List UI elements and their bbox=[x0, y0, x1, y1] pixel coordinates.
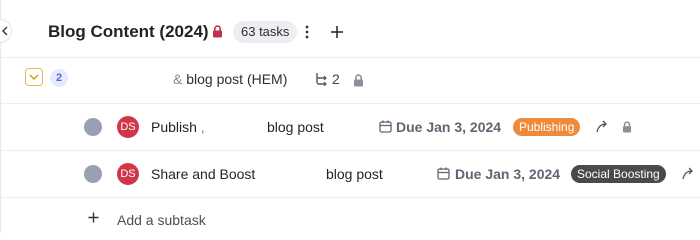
more-vertical-icon[interactable] bbox=[304, 24, 310, 40]
task-name-start[interactable]: Publish , bbox=[151, 119, 205, 135]
task-name-end[interactable]: blog post bbox=[267, 119, 324, 135]
chevron-left-icon bbox=[2, 26, 8, 36]
title-prefix: & bbox=[173, 71, 183, 87]
page-title: Blog Content (2024) bbox=[48, 22, 209, 41]
task-row[interactable]: DS Share and Boost blog post Due Jan 3, … bbox=[0, 151, 700, 198]
due-date[interactable]: Due Jan 3, 2024 bbox=[455, 166, 560, 182]
calendar-icon bbox=[437, 167, 450, 180]
task-name-end[interactable]: blog post bbox=[326, 166, 383, 182]
list-header: Blog Content (2024) 63 tasks bbox=[0, 0, 700, 58]
task-count-badge[interactable]: 63 tasks bbox=[233, 21, 298, 43]
task-name-separator: , bbox=[196, 119, 205, 135]
add-subtask-button[interactable]: Add a subtask bbox=[117, 212, 206, 228]
lock-icon bbox=[213, 25, 222, 38]
title-text: blog post (HEM) bbox=[182, 71, 288, 87]
parent-task-row[interactable]: 2 & blog post (HEM) 2 bbox=[0, 57, 700, 104]
add-icon[interactable] bbox=[330, 25, 344, 39]
subtask-count: 2 bbox=[332, 71, 340, 87]
add-subtask-row[interactable]: Add a subtask bbox=[0, 198, 700, 233]
subtask-count-badge: 2 bbox=[50, 69, 68, 87]
due-date[interactable]: Due Jan 3, 2024 bbox=[396, 119, 501, 135]
calendar-icon bbox=[379, 120, 392, 133]
share-arrow-icon[interactable] bbox=[596, 120, 608, 133]
avatar[interactable]: DS bbox=[117, 116, 139, 138]
lock-icon bbox=[622, 121, 632, 133]
share-arrow-icon[interactable] bbox=[682, 167, 694, 180]
parent-task-title[interactable]: & blog post (HEM) bbox=[173, 71, 287, 87]
expand-toggle[interactable] bbox=[25, 68, 43, 86]
subtasks-icon bbox=[316, 73, 327, 86]
task-name-part1: Publish bbox=[151, 119, 197, 135]
plus-icon bbox=[88, 212, 99, 223]
status-tag[interactable]: Social Boosting bbox=[571, 165, 666, 183]
task-name-start[interactable]: Share and Boost bbox=[151, 166, 255, 182]
avatar[interactable]: DS bbox=[117, 163, 139, 185]
chevron-down-icon bbox=[29, 73, 39, 80]
status-circle[interactable] bbox=[84, 165, 102, 183]
status-tag[interactable]: Publishing bbox=[513, 118, 581, 136]
lock-icon bbox=[354, 74, 363, 87]
status-circle[interactable] bbox=[84, 118, 102, 136]
collapse-sidebar-button[interactable] bbox=[0, 19, 12, 43]
task-row[interactable]: DS Publish , blog post Due Jan 3, 2024 P… bbox=[0, 104, 700, 151]
